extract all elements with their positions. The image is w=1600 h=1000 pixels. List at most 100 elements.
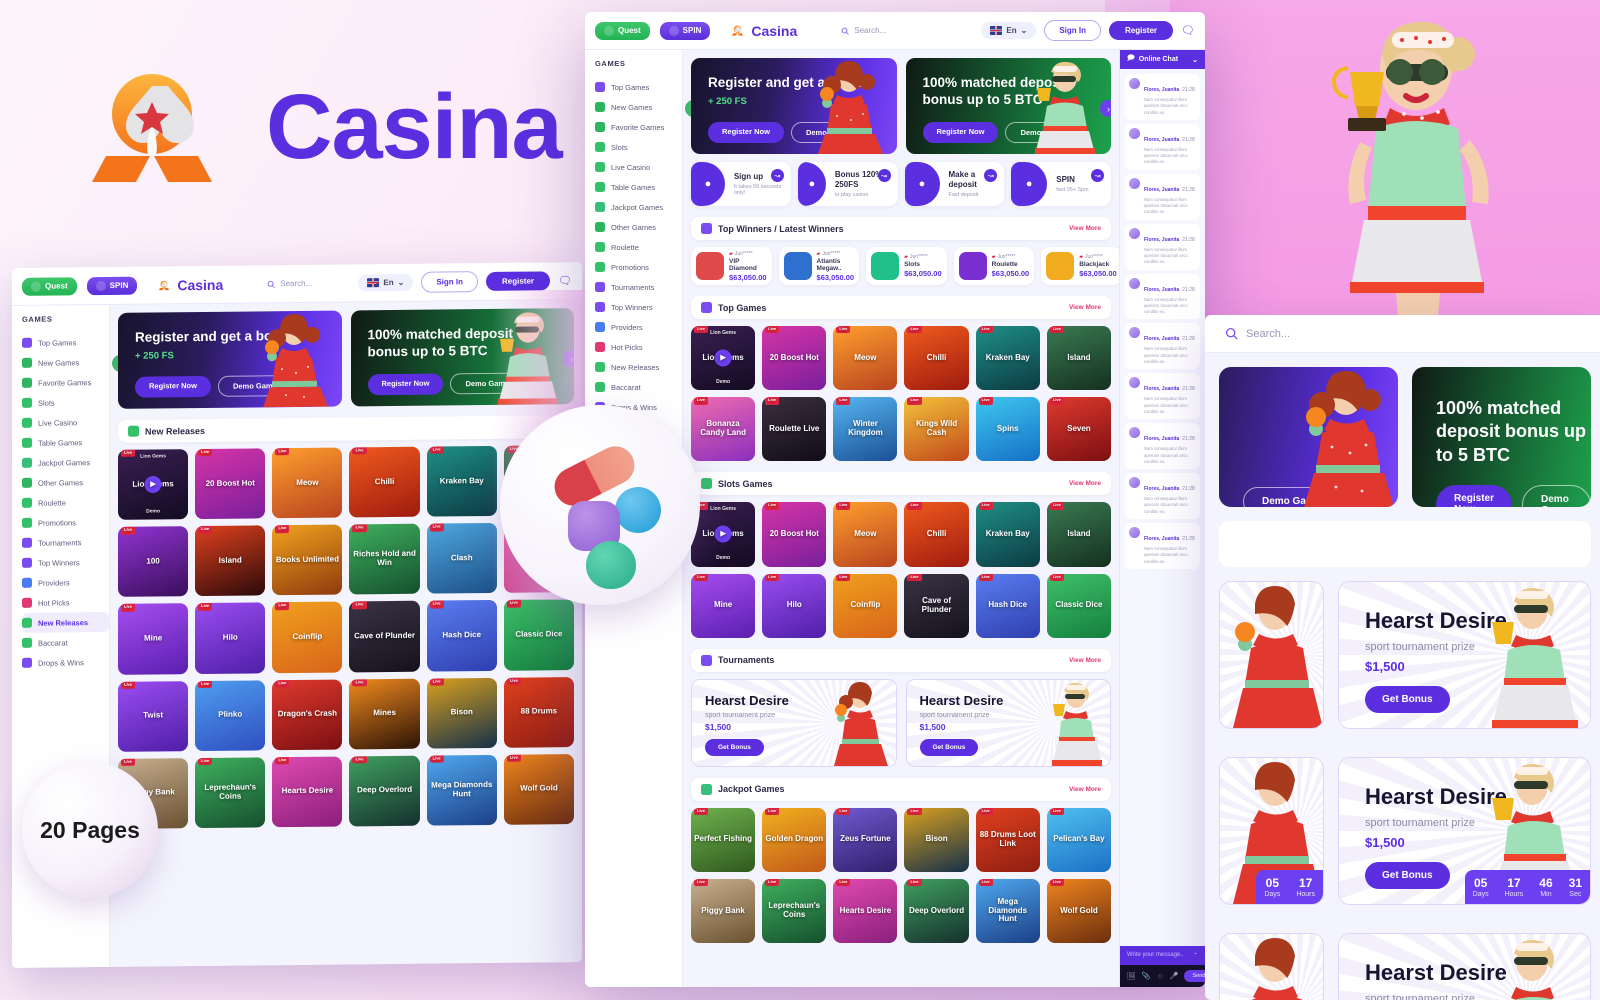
chat-message[interactable]: Flores, Juanita 21:28 Nam consequatur illu… xyxy=(1125,223,1200,270)
game-tile[interactable]: Live 88 Drums xyxy=(503,676,574,748)
winner-card[interactable]: ▰ Jun***** Roulette $63,050.00 xyxy=(953,247,1035,285)
game-tile[interactable]: Live Books Unlimited xyxy=(272,524,343,596)
game-tile[interactable]: Live 88 Drums Loot Link xyxy=(975,807,1040,872)
hero-banner-register[interactable]: Register and get a bonus! + 250 FS Regis… xyxy=(118,310,342,409)
sidebar-item-live-casino[interactable]: Live Casino xyxy=(595,157,682,177)
play-icon[interactable]: ▶ xyxy=(144,475,162,494)
sidebar-item-baccarat[interactable]: Baccarat xyxy=(595,377,682,397)
get-bonus-button[interactable]: Get Bonus xyxy=(1365,862,1450,889)
sign-in-button[interactable]: Sign In xyxy=(1044,20,1102,41)
game-tile[interactable]: Live Winter Kingdom xyxy=(833,397,898,462)
get-bonus-button[interactable]: Get Bonus xyxy=(919,738,979,756)
chat-input[interactable]: Write your message.. ⌃ xyxy=(1120,946,1205,965)
game-tile[interactable]: Live Hash Dice xyxy=(975,573,1040,638)
register-button[interactable]: Register xyxy=(486,271,551,292)
register-now-button[interactable]: Register Now xyxy=(1436,485,1513,507)
sidebar-item-other-games[interactable]: Other Games xyxy=(22,472,109,493)
game-tile[interactable]: Live 20 Boost Hot xyxy=(762,502,827,567)
game-tile[interactable]: Live Chilli xyxy=(349,446,420,518)
quick-action-arrow-icon[interactable]: ↝ xyxy=(770,169,784,182)
view-more-link[interactable]: View More xyxy=(1069,786,1101,793)
winner-card[interactable]: ▰ Jun***** Atlantis Megaw.. $63,050.00 xyxy=(778,247,860,285)
sidebar-item-top-winners[interactable]: Top Winners xyxy=(595,297,682,317)
sign-in-button[interactable]: Sign In xyxy=(421,271,479,293)
game-tile[interactable]: Live Wolf Gold xyxy=(503,753,574,825)
sidebar-item-roulette[interactable]: Roulette xyxy=(595,237,682,257)
game-tile[interactable]: Live Classic Dice xyxy=(503,599,574,671)
game-tile[interactable]: Live Twist xyxy=(118,680,189,752)
game-tile[interactable]: Live Hearts Desire xyxy=(272,756,343,828)
hero-banner-deposit[interactable]: 100% matched deposit bonus up to 5 BTC R… xyxy=(350,308,574,407)
quick-action-arrow-icon[interactable]: ↝ xyxy=(877,169,891,182)
quick-action-arrow-icon[interactable]: ↝ xyxy=(1091,169,1104,182)
game-tile[interactable]: Live Island xyxy=(1046,502,1111,567)
sidebar-item-jackpot-games[interactable]: Jackpot Games xyxy=(595,197,682,217)
sidebar-item-top-games[interactable]: Top Games xyxy=(595,77,682,97)
tournament-card[interactable] xyxy=(1219,581,1324,729)
game-tile[interactable]: Live Mega Diamonds Hunt xyxy=(426,754,497,826)
quest-badge[interactable]: Quest xyxy=(595,21,650,40)
game-tile[interactable]: Live Deep Overlord xyxy=(904,878,969,944)
demo-game-button[interactable]: Demo Game xyxy=(1522,485,1591,507)
game-tile[interactable]: Live Coinflip xyxy=(833,573,898,638)
sidebar-item-top-games[interactable]: Top Games xyxy=(22,332,109,353)
sidebar-item-table-games[interactable]: Table Games xyxy=(595,177,682,197)
game-tile[interactable]: Live Leprechaun's Coins xyxy=(195,757,266,828)
game-tile[interactable]: Live Roulette Live xyxy=(762,397,827,462)
emoji-icon[interactable]: ☺ xyxy=(1157,973,1164,980)
sidebar-item-tournaments[interactable]: Tournaments xyxy=(595,277,682,297)
chat-message[interactable]: Flores, Juanita 21:28 Nam consequatur illu… xyxy=(1125,273,1200,320)
game-tile[interactable]: Live Mega Diamonds Hunt xyxy=(975,878,1040,944)
chat-message[interactable]: Flores, Juanita 21:28 Nam consequatur illu… xyxy=(1125,323,1200,370)
quick-action-card[interactable]: ● Bonus 120% + 250FS to play casino ↝ xyxy=(797,162,898,206)
play-icon[interactable]: ▶ xyxy=(714,349,732,367)
game-tile[interactable]: Live Cave of Plunder xyxy=(349,601,420,672)
game-tile[interactable]: Live Perfect Fishing xyxy=(691,807,756,872)
sidebar-item-other-games[interactable]: Other Games xyxy=(595,217,682,237)
game-tile[interactable]: Live Island xyxy=(195,525,266,597)
language-selector[interactable]: En ⌄ xyxy=(358,273,414,292)
hero-banner-register[interactable]: Demo Game xyxy=(1219,367,1398,507)
game-tile[interactable]: Live Bison xyxy=(904,807,969,872)
tournament-card[interactable]: Hearst Desire sport tournament prize $1,… xyxy=(1338,757,1591,905)
sidebar-item-new-releases[interactable]: New Releases xyxy=(595,357,682,377)
game-tile[interactable]: Live Mine xyxy=(691,573,756,638)
spin-badge[interactable]: SPIN xyxy=(86,276,138,295)
chevron-down-icon[interactable]: ⌄ xyxy=(1192,56,1198,64)
game-tile[interactable]: Live Lion Gems Lion Gems ▶ Demo xyxy=(118,449,189,521)
game-tile[interactable]: Live Kraken Bay xyxy=(975,326,1040,391)
game-tile[interactable]: Live Mines xyxy=(349,678,420,750)
sidebar-item-jackpot-games[interactable]: Jackpot Games xyxy=(22,452,109,473)
register-now-button[interactable]: Register Now xyxy=(922,121,999,143)
sidebar-item-tournaments[interactable]: Tournaments xyxy=(22,532,109,553)
tournament-card[interactable]: Hearst Desire sport tournament prize $1,… xyxy=(691,678,897,767)
get-bonus-button[interactable]: Get Bonus xyxy=(705,738,764,756)
game-tile[interactable]: Live Lion Gems Lion Gems ▶ Demo xyxy=(691,326,756,391)
tournament-card[interactable]: 05Days 17Hours xyxy=(1219,757,1324,905)
game-tile[interactable]: Live 20 Boost Hot xyxy=(195,448,266,520)
brand-mini[interactable]: Casina xyxy=(157,276,223,293)
game-tile[interactable]: Live Mine xyxy=(118,603,189,675)
sidebar-item-slots[interactable]: Slots xyxy=(595,137,682,157)
game-tile[interactable]: Live Riches Hold and Win xyxy=(349,523,420,595)
spin-badge[interactable]: SPIN xyxy=(659,21,711,40)
game-tile[interactable]: Live Leprechaun's Coins xyxy=(762,878,827,944)
image-icon[interactable]: 🖼 xyxy=(1127,972,1136,980)
chat-bubbles-icon[interactable]: 🗨 xyxy=(558,274,572,287)
carousel-next-button[interactable]: › xyxy=(563,350,574,368)
game-tile[interactable]: Live Meow xyxy=(833,326,898,391)
quick-action-card[interactable]: ● Sign up It takes 59 seconds only! ↝ xyxy=(691,162,791,206)
mic-icon[interactable]: 🎤 xyxy=(1170,972,1179,980)
register-now-button[interactable]: Register Now xyxy=(708,121,784,143)
sidebar-item-slots[interactable]: Slots xyxy=(22,392,109,413)
game-tile[interactable]: Live Hash Dice xyxy=(426,600,497,672)
chat-message[interactable]: Flores, Juanita 21:28 Nam consequatur illu… xyxy=(1125,473,1200,520)
view-more-link[interactable]: View More xyxy=(1069,225,1101,232)
game-tile[interactable]: Live Kraken Bay xyxy=(975,502,1040,567)
game-tile[interactable]: Live Bonanza Candy Land xyxy=(691,397,756,462)
game-tile[interactable]: Live Zeus Fortune xyxy=(833,807,898,872)
chevron-up-icon[interactable]: ⌃ xyxy=(1193,952,1198,959)
chat-message[interactable]: Flores, Juanita 21:28 Nam consequatur illu… xyxy=(1125,373,1200,420)
game-tile[interactable]: Live Chilli xyxy=(904,326,969,391)
game-tile[interactable]: Live Wolf Gold xyxy=(1046,878,1111,944)
